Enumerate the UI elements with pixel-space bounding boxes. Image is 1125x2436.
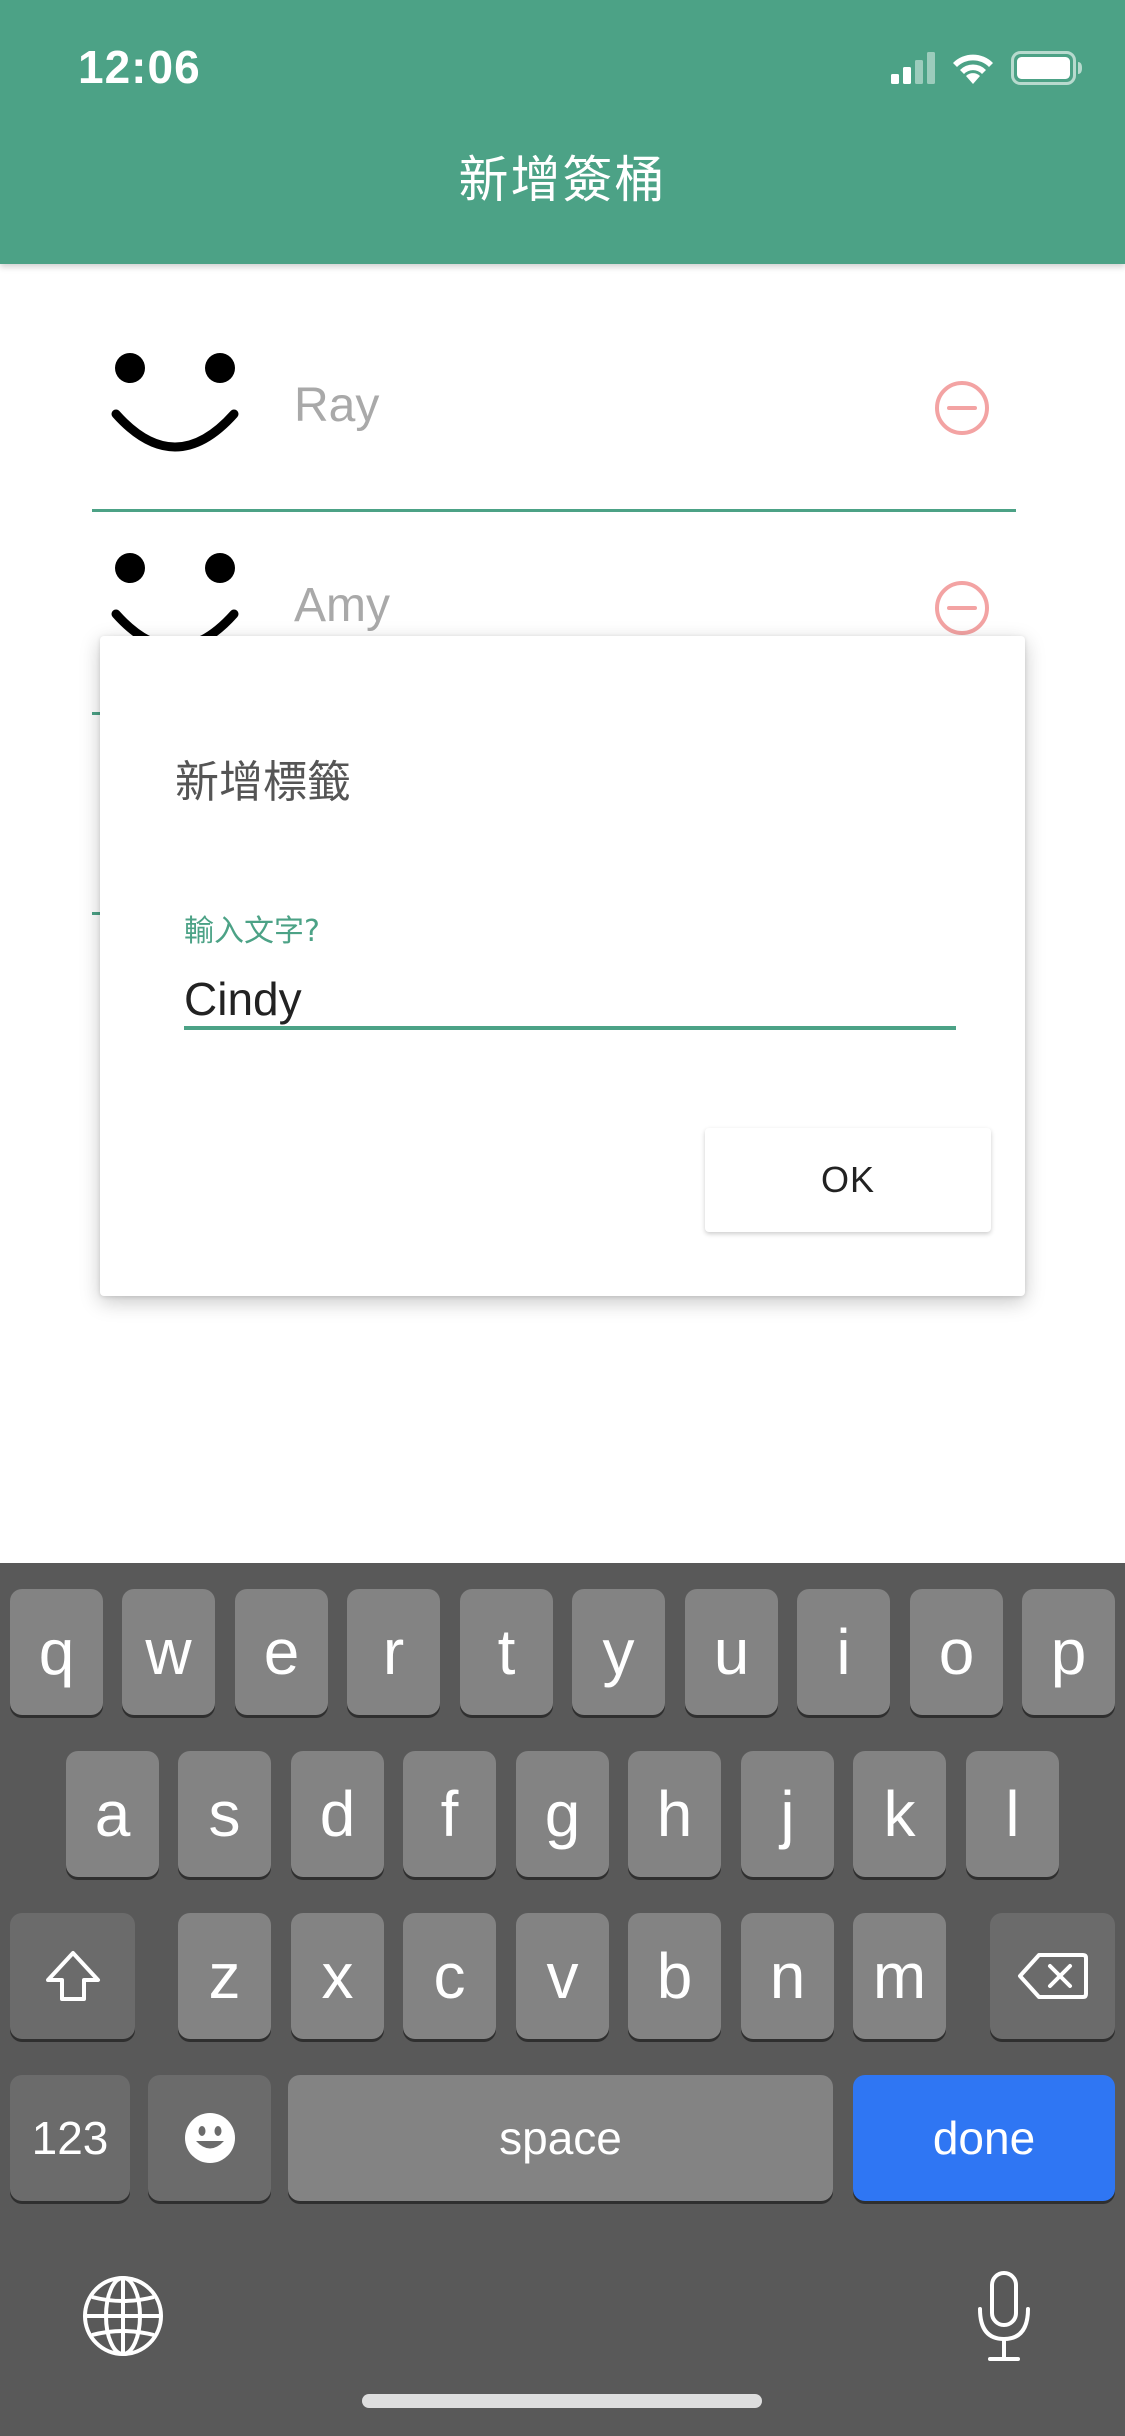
delete-key[interactable] — [990, 1913, 1115, 2039]
wifi-icon — [953, 54, 993, 84]
backspace-icon — [1017, 1953, 1088, 1999]
numbers-key[interactable]: 123 — [10, 2075, 130, 2201]
key-h[interactable]: h — [628, 1751, 721, 1877]
key-j[interactable]: j — [741, 1751, 834, 1877]
key-y[interactable]: y — [572, 1589, 665, 1715]
key-e[interactable]: e — [235, 1589, 328, 1715]
minus-circle-icon[interactable] — [930, 576, 994, 640]
key-l[interactable]: l — [966, 1751, 1059, 1877]
ok-button[interactable]: OK — [705, 1128, 991, 1232]
key-q[interactable]: q — [10, 1589, 103, 1715]
app-header: 12:06 新增簽桶 — [0, 0, 1125, 264]
key-g[interactable]: g — [516, 1751, 609, 1877]
shift-icon — [45, 1951, 100, 2001]
battery-icon — [1011, 51, 1082, 85]
keyboard: q w e r t y u i o p a s d f g h j k l z … — [0, 1563, 1125, 2436]
tag-text-input[interactable]: Cindy — [184, 972, 302, 1026]
key-w[interactable]: w — [122, 1589, 215, 1715]
page-title: 新增簽桶 — [458, 151, 667, 209]
key-v[interactable]: v — [516, 1913, 609, 2039]
minus-circle-icon[interactable] — [930, 376, 994, 440]
shift-key[interactable] — [10, 1913, 135, 2039]
microphone-icon[interactable] — [972, 2269, 1036, 2365]
add-tag-dialog: 新增標籤 輸入文字? Cindy OK — [100, 636, 1025, 1296]
status-icons — [891, 48, 1083, 88]
key-b[interactable]: b — [628, 1913, 721, 2039]
key-f[interactable]: f — [403, 1751, 496, 1877]
key-k[interactable]: k — [853, 1751, 946, 1877]
emoji-icon — [184, 2113, 235, 2163]
key-u[interactable]: u — [685, 1589, 778, 1715]
signal-icon — [891, 52, 935, 84]
list-item: Ray — [92, 312, 1016, 512]
key-n[interactable]: n — [741, 1913, 834, 2039]
key-r[interactable]: r — [347, 1589, 440, 1715]
text-field-underline — [184, 1026, 956, 1030]
item-name: Ray — [294, 379, 380, 432]
home-indicator — [362, 2394, 762, 2408]
item-name: Amy — [294, 579, 390, 632]
status-time: 12:06 — [78, 41, 201, 93]
key-d[interactable]: d — [291, 1751, 384, 1877]
key-o[interactable]: o — [910, 1589, 1003, 1715]
key-s[interactable]: s — [178, 1751, 271, 1877]
globe-icon[interactable] — [82, 2275, 164, 2357]
emoji-key[interactable] — [148, 2075, 271, 2201]
key-c[interactable]: c — [403, 1913, 496, 2039]
key-i[interactable]: i — [797, 1589, 890, 1715]
key-a[interactable]: a — [66, 1751, 159, 1877]
key-x[interactable]: x — [291, 1913, 384, 2039]
text-field-label: 輸入文字? — [184, 914, 320, 949]
smiley-face-icon — [111, 353, 239, 452]
space-key[interactable]: space — [288, 2075, 833, 2201]
key-t[interactable]: t — [460, 1589, 553, 1715]
key-z[interactable]: z — [178, 1913, 271, 2039]
dialog-title: 新增標籤 — [175, 757, 351, 808]
key-p[interactable]: p — [1022, 1589, 1115, 1715]
key-m[interactable]: m — [853, 1913, 946, 2039]
done-key[interactable]: done — [853, 2075, 1115, 2201]
